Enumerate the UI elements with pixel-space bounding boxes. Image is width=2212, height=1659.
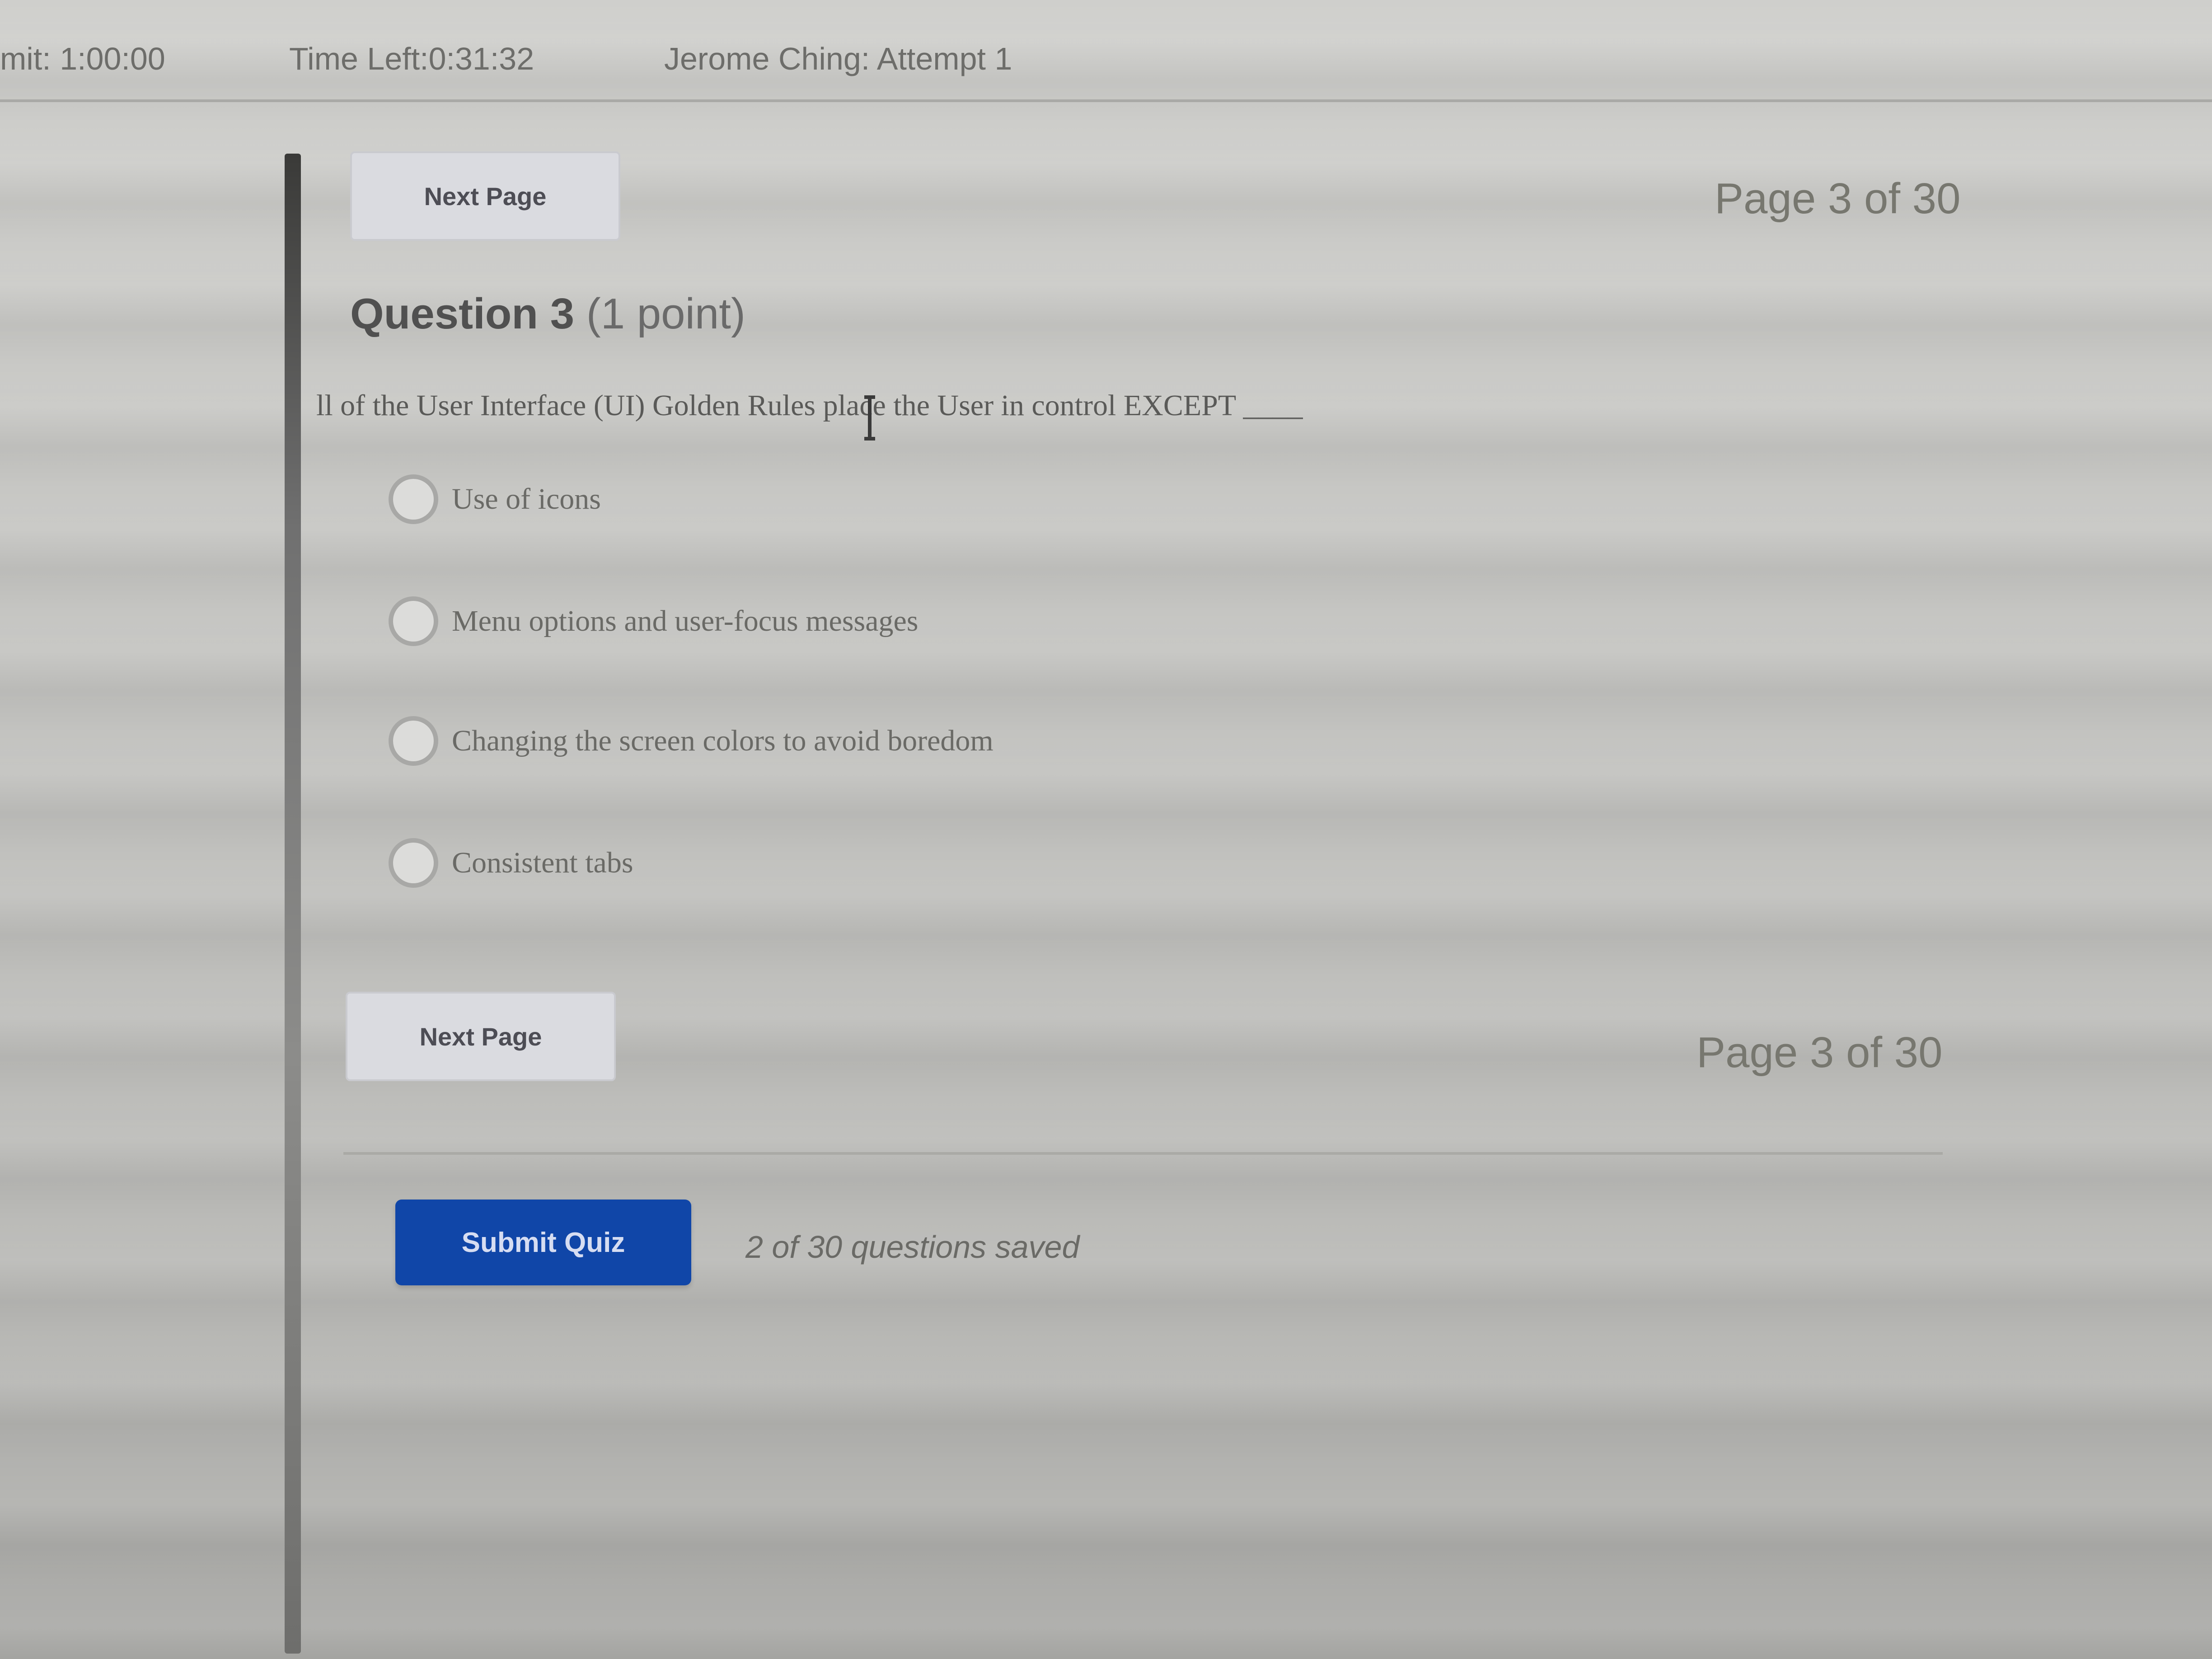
submit-quiz-button[interactable]: Submit Quiz [395,1200,691,1285]
question-number: Question 3 [350,290,575,338]
radio-button-icon[interactable] [389,474,438,524]
radio-button-icon[interactable] [389,716,438,766]
radio-button-icon[interactable] [389,596,438,646]
time-left: Time Left:0:31:32 [289,41,534,76]
radio-button-icon[interactable] [389,838,438,888]
next-page-button-top[interactable]: Next Page [350,151,620,241]
answer-option-3[interactable]: Changing the screen colors to avoid bore… [389,709,994,773]
answer-option-label: Menu options and user-focus messages [452,605,919,637]
page-indicator-top: Page 3 of 30 [1715,174,1961,223]
answer-option-2[interactable]: Menu options and user-focus messages [389,590,918,653]
question-title: Question 3 (1 point) [350,289,745,339]
next-page-button-bottom[interactable]: Next Page [346,992,616,1081]
quiz-header-bar: mit: 1:00:00 Time Left:0:31:32 Jerome Ch… [0,0,2212,102]
answer-option-4[interactable]: Consistent tabs [389,831,633,895]
answer-option-label: Consistent tabs [452,846,633,879]
footer-divider [343,1152,1943,1155]
time-limit: mit: 1:00:00 [0,41,165,76]
saved-status: 2 of 30 questions saved [745,1229,1080,1265]
question-text: ll of the User Interface (UI) Golden Rul… [316,389,1303,422]
quiz-screen: mit: 1:00:00 Time Left:0:31:32 Jerome Ch… [0,0,2212,1659]
text-cursor-icon [864,395,875,441]
moire-overlay [0,0,2212,1659]
page-indicator-bottom: Page 3 of 30 [1696,1028,1943,1077]
answer-option-label: Use of icons [452,483,601,516]
answer-option-1[interactable]: Use of icons [389,468,601,531]
attempt-label: Jerome Ching: Attempt 1 [664,41,1012,76]
content-left-border [285,154,301,1654]
question-points: (1 point) [586,290,745,338]
answer-option-label: Changing the screen colors to avoid bore… [452,724,994,757]
